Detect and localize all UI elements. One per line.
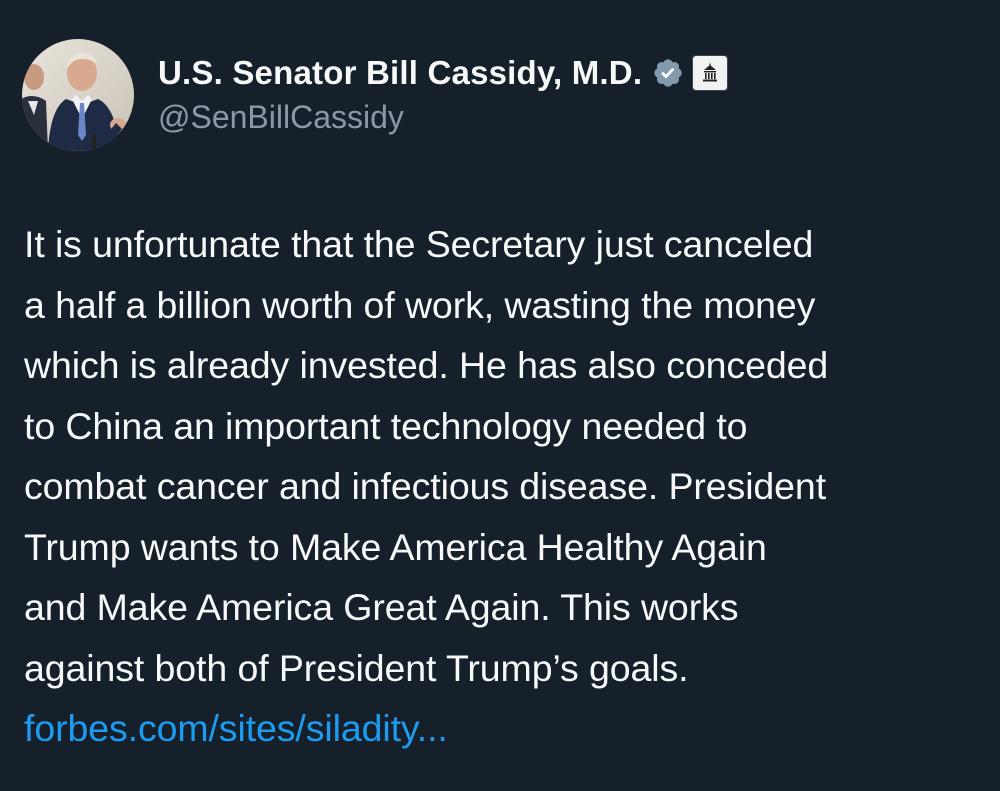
tweet-card: U.S. Senator Bill Cassidy, M.D. @SenBill…: [0, 0, 1000, 791]
avatar-photo: [22, 39, 134, 151]
author-handle[interactable]: @SenBillCassidy: [158, 99, 728, 136]
author-display-name[interactable]: U.S. Senator Bill Cassidy, M.D.: [158, 54, 642, 92]
name-row: U.S. Senator Bill Cassidy, M.D.: [158, 53, 729, 93]
tweet-text-line: against both of President Trump’s goals.: [24, 646, 689, 689]
tweet-text-line: Trump wants to Make America Healthy Agai…: [24, 525, 767, 568]
tweet-header: U.S. Senator Bill Cassidy, M.D. @SenBill…: [22, 39, 729, 151]
tweet-text-line: a half a billion worth of work, wasting …: [24, 283, 816, 326]
government-building-icon[interactable]: [692, 55, 729, 91]
tweet-text-line: combat cancer and infectious disease. Pr…: [24, 465, 827, 507]
verified-badge-icon[interactable]: [652, 57, 684, 89]
article-link[interactable]: forbes.com/sites/siladity...: [24, 707, 448, 749]
tweet-text: It is unfortunate that the Secretary jus…: [24, 214, 984, 759]
author-names: U.S. Senator Bill Cassidy, M.D. @SenBill…: [158, 39, 729, 136]
avatar[interactable]: [22, 39, 134, 151]
tweet-text-line: which is already invested. He has also c…: [24, 344, 829, 386]
tweet-text-line: and Make America Great Again. This works: [24, 586, 739, 628]
tweet-text-line: to China an important technology needed …: [24, 404, 748, 447]
tweet-text-line: It is unfortunate that the Secretary jus…: [24, 223, 814, 265]
